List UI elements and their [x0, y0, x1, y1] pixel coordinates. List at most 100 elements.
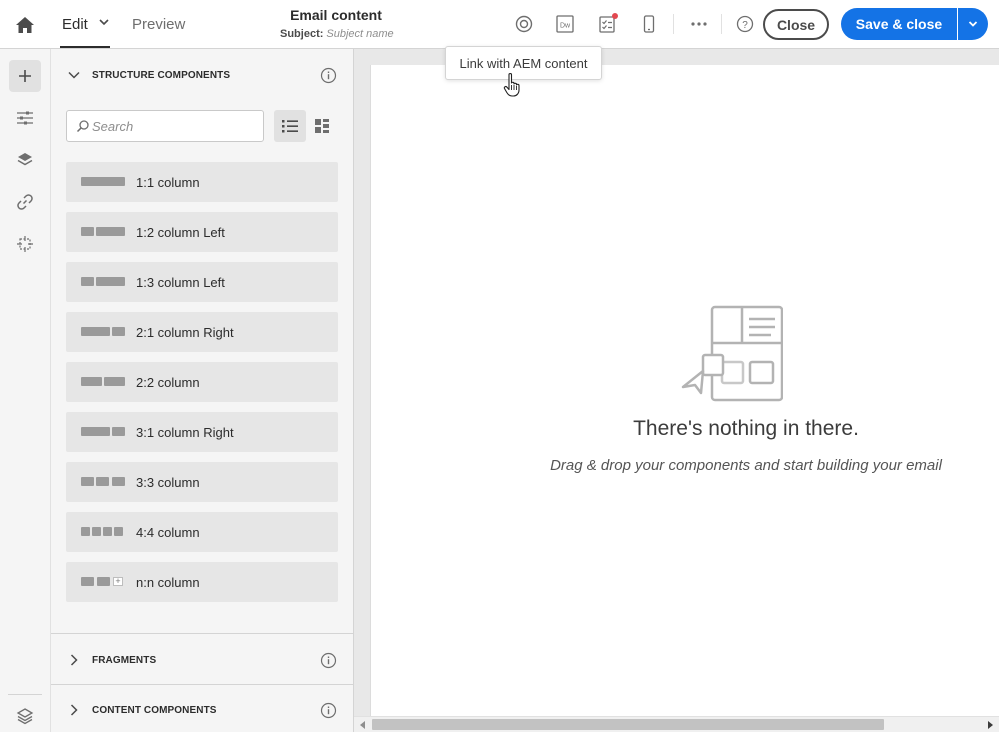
more-icon — [691, 22, 707, 26]
chevron-right-icon — [70, 704, 78, 716]
component-label: 1:3 column Left — [136, 274, 225, 290]
component-label: n:n column — [136, 574, 200, 590]
help-button[interactable]: ? — [733, 12, 757, 36]
column-layout-icon — [81, 427, 126, 436]
component-1-2-column-left[interactable]: 1:2 column Left — [66, 212, 338, 252]
column-layout-icon — [81, 277, 126, 286]
component-label: 2:2 column — [136, 374, 200, 390]
tab-edit-indicator — [60, 46, 110, 48]
scroll-right-arrow[interactable] — [988, 721, 993, 729]
link-aem-button[interactable] — [512, 12, 536, 36]
info-icon[interactable] — [320, 702, 337, 719]
dreamweaver-button[interactable]: Dw — [553, 12, 577, 36]
fragments-title: FRAGMENTS — [92, 654, 157, 666]
component-label: 1:2 column Left — [136, 224, 225, 240]
column-layout-icon — [81, 327, 126, 336]
checklist-button[interactable] — [595, 12, 619, 36]
rail-settings[interactable] — [9, 102, 41, 134]
subject-value[interactable]: Subject name — [326, 28, 393, 40]
target-icon — [17, 236, 33, 252]
component-1-3-column-left[interactable]: 1:3 column Left — [66, 262, 338, 302]
tab-edit-label: Edit — [62, 16, 88, 33]
component-2-1-column-right[interactable]: 2:1 column Right — [66, 312, 338, 352]
structure-components-title: STRUCTURE COMPONENTS — [92, 69, 231, 81]
layers-settings-icon — [16, 708, 34, 725]
empty-layout-illustration — [681, 305, 783, 402]
tab-preview[interactable]: Preview — [132, 0, 185, 49]
component-4-4-column[interactable]: 4:4 column — [66, 512, 338, 552]
chevron-down-icon — [968, 21, 978, 27]
component-3-1-column-right[interactable]: 3:1 column Right — [66, 412, 338, 452]
gear-badge-icon — [515, 15, 533, 33]
empty-state-subtitle: Drag & drop your components and start bu… — [550, 457, 942, 474]
info-icon[interactable] — [320, 67, 337, 84]
column-layout-icon: + — [81, 577, 126, 586]
column-layout-icon — [81, 527, 126, 536]
column-layout-icon — [81, 477, 126, 486]
plus-icon: + — [113, 577, 123, 586]
component-n-n-column[interactable]: + n:n column — [66, 562, 338, 602]
search-input[interactable] — [92, 118, 252, 134]
info-icon[interactable] — [320, 652, 337, 669]
close-button[interactable]: Close — [763, 9, 829, 40]
subject-field[interactable]: Subject: Subject name — [280, 28, 394, 40]
horizontal-scrollbar[interactable] — [354, 716, 999, 732]
notification-dot — [612, 13, 618, 19]
email-canvas[interactable]: There's nothing in there. Drag & drop yo… — [370, 65, 999, 716]
rail-divider — [8, 694, 42, 695]
link-icon — [17, 194, 33, 210]
scroll-left-arrow[interactable] — [360, 721, 365, 729]
component-1-1-column[interactable]: 1:1 column — [66, 162, 338, 202]
subject-label: Subject: — [280, 28, 324, 40]
toolbar-divider — [721, 14, 722, 34]
column-layout-icon — [81, 377, 126, 386]
list-view-icon — [282, 120, 298, 133]
home-icon — [16, 16, 34, 33]
component-label: 1:1 column — [136, 174, 200, 190]
help-icon: ? — [736, 15, 754, 33]
mobile-preview-button[interactable] — [637, 12, 661, 36]
left-rail — [0, 49, 51, 732]
component-label: 2:1 column Right — [136, 324, 234, 340]
search-box[interactable] — [66, 110, 264, 142]
empty-state-title: There's nothing in there. — [633, 417, 859, 440]
mobile-icon — [643, 15, 655, 33]
hand-cursor-icon — [503, 72, 520, 97]
search-icon — [76, 120, 89, 133]
home-button[interactable] — [0, 0, 50, 49]
grid-view-toggle[interactable] — [308, 110, 336, 142]
rail-layer-settings[interactable] — [9, 700, 41, 732]
email-canvas-area: There's nothing in there. Drag & drop yo… — [354, 49, 999, 732]
rail-target[interactable] — [9, 228, 41, 260]
component-2-2-column[interactable]: 2:2 column — [66, 362, 338, 402]
scroll-thumb[interactable] — [372, 719, 884, 730]
chevron-down-icon[interactable] — [97, 15, 111, 29]
chevron-down-icon — [68, 71, 80, 79]
more-button[interactable] — [687, 12, 711, 36]
chevron-right-icon — [70, 654, 78, 666]
toolbar-divider — [673, 14, 674, 34]
rail-layers[interactable] — [9, 144, 41, 176]
dreamweaver-icon: Dw — [556, 15, 574, 33]
page-title: Email content — [290, 7, 382, 23]
svg-text:?: ? — [742, 20, 748, 31]
column-layout-icon — [81, 227, 126, 236]
component-label: 4:4 column — [136, 524, 200, 540]
list-view-toggle[interactable] — [274, 110, 306, 142]
section-divider — [51, 633, 354, 634]
save-options-button[interactable] — [958, 8, 988, 40]
content-components-title: CONTENT COMPONENTS — [92, 704, 217, 716]
structure-components-header[interactable]: STRUCTURE COMPONENTS — [51, 50, 354, 100]
save-close-button[interactable]: Save & close — [841, 8, 957, 40]
svg-text:Dw: Dw — [560, 23, 571, 30]
component-3-3-column[interactable]: 3:3 column — [66, 462, 338, 502]
column-layout-icon — [81, 177, 126, 186]
settings-sliders-icon — [17, 111, 33, 125]
fragments-header[interactable]: FRAGMENTS — [51, 635, 354, 685]
rail-links[interactable] — [9, 186, 41, 218]
rail-add[interactable] — [9, 60, 41, 92]
components-panel: STRUCTURE COMPONENTS 1:1 column 1:2 colu… — [51, 49, 354, 732]
tooltip: Link with AEM content — [445, 46, 602, 80]
layers-icon — [17, 153, 33, 166]
content-components-header[interactable]: CONTENT COMPONENTS — [51, 685, 354, 732]
